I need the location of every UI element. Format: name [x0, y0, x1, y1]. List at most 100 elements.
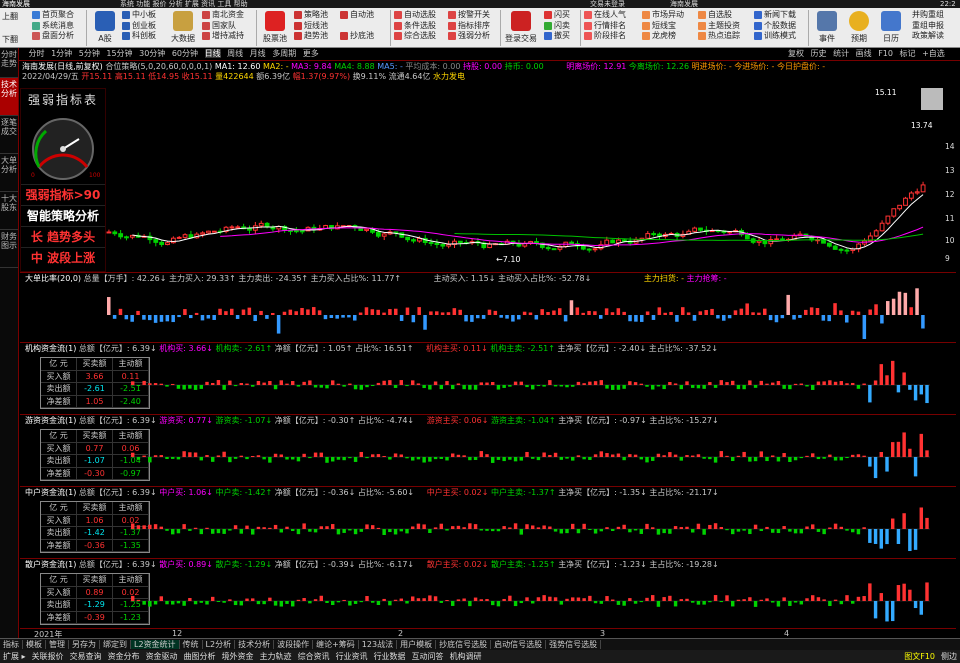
holding-change-button[interactable]: 增持减持	[202, 31, 244, 42]
auto-pool-button[interactable]: 自动池	[340, 10, 374, 21]
market-analysis-button[interactable]: 盘面分析	[32, 31, 74, 42]
status-industry-news[interactable]: 行业资讯	[333, 652, 371, 661]
tab-f10[interactable]: F10	[878, 49, 893, 58]
tab-add-watch[interactable]: +自选	[922, 49, 945, 58]
theme-invest-button[interactable]: 主题投资	[698, 21, 740, 32]
tab-intraday[interactable]: 分时	[29, 49, 45, 58]
tab-user-template[interactable]: 用户模板	[397, 640, 437, 649]
policy-button[interactable]: 政策解读	[912, 31, 944, 42]
tab-15min[interactable]: 15分钟	[106, 49, 132, 58]
side-tab-technical[interactable]: 技术分析	[0, 78, 18, 116]
tab-history[interactable]: 历史	[811, 49, 827, 58]
hot-track-button[interactable]: 热点追踪	[698, 31, 740, 42]
tab-template[interactable]: 模板	[23, 640, 46, 649]
tab-l2-analysis[interactable]: L2分析	[202, 640, 236, 649]
merger-button[interactable]: 并购重组	[912, 10, 944, 21]
event-button[interactable]: 事件	[812, 11, 842, 45]
tab-manage[interactable]: 管理	[46, 640, 69, 649]
strength-row-1[interactable]: 强弱指标>90	[21, 184, 105, 205]
status-main-track[interactable]: 主力轨迹	[257, 652, 295, 661]
forecast-button[interactable]: 预期	[844, 11, 874, 45]
tab-indicator[interactable]: 指标	[0, 640, 23, 649]
tab-stats[interactable]: 统计	[833, 49, 849, 58]
tab-draw[interactable]: 画线	[856, 49, 872, 58]
a-share-button[interactable]: A股	[90, 11, 120, 45]
system-msg-button[interactable]: 系统消息	[32, 21, 74, 32]
tab-chanlun[interactable]: 缠论+筹码	[313, 640, 359, 649]
side-tab-ticks[interactable]: 逐笔成交	[0, 116, 18, 154]
indicator-sort-button[interactable]: 指标排序	[448, 21, 490, 32]
tab-bottom-signal[interactable]: 抄底信号选股	[436, 640, 492, 649]
status-research[interactable]: 机构调研	[447, 652, 485, 661]
cancel-buy-button[interactable]: 撤买	[544, 31, 570, 42]
status-fund-drive[interactable]: 资金驱动	[143, 652, 181, 661]
chinext-button[interactable]: 创业板	[122, 21, 156, 32]
restructure-button[interactable]: 重组申报	[912, 21, 944, 32]
tab-tech-analysis[interactable]: 技术分析	[235, 640, 275, 649]
status-f10[interactable]: 图文F10	[901, 650, 938, 663]
tab-30min[interactable]: 30分钟	[139, 49, 165, 58]
alert-switch-button[interactable]: 按警开关	[448, 10, 490, 21]
watchlist-button[interactable]: 自选股	[698, 10, 740, 21]
status-related[interactable]: 关联报价	[29, 652, 67, 661]
tab-multi-period[interactable]: 多周期	[272, 49, 296, 58]
tab-strong-signal[interactable]: 强势信号选股	[546, 640, 602, 649]
star-market-button[interactable]: 科创板	[122, 31, 156, 42]
strength-row-3[interactable]: 长 趋势多头	[21, 226, 105, 247]
condition-select-button[interactable]: 条件选股	[394, 21, 436, 32]
status-expand[interactable]: 扩展 ▸	[0, 652, 29, 661]
stock-pool-button[interactable]: 股票池	[260, 11, 290, 45]
status-qa[interactable]: 互动问答	[409, 652, 447, 661]
tab-start-signal[interactable]: 启动信号选股	[491, 640, 547, 649]
short-pool-button[interactable]: 短线池	[294, 21, 328, 32]
strategy-pool-button[interactable]: 策略池	[294, 10, 328, 21]
candlestick-chart[interactable]: ←7.10	[106, 84, 926, 272]
dragon-tiger-button[interactable]: 龙虎榜	[642, 31, 684, 42]
page-down-button[interactable]: 下翻	[2, 35, 18, 46]
status-industry-data[interactable]: 行业数据	[371, 652, 409, 661]
tab-mark[interactable]: 标记	[900, 49, 916, 58]
page-up-button[interactable]: 上翻	[2, 12, 18, 23]
stage-rank-button[interactable]: 阶段排名	[584, 31, 626, 42]
tab-60min[interactable]: 60分钟	[172, 49, 198, 58]
status-news[interactable]: 综合资讯	[295, 652, 333, 661]
tab-l2-fund[interactable]: L2资金统计	[131, 640, 180, 649]
national-team-button[interactable]: 国家队	[202, 21, 244, 32]
side-tab-shareholders[interactable]: 十大股东	[0, 192, 18, 230]
tab-weekly[interactable]: 周线	[227, 49, 243, 58]
status-side[interactable]: 侧边	[938, 650, 960, 663]
home-button[interactable]: 首页聚合	[32, 10, 74, 21]
tab-123[interactable]: 123战法	[358, 640, 398, 649]
status-fund-dist[interactable]: 资金分布	[105, 652, 143, 661]
tab-1min[interactable]: 1分钟	[51, 49, 72, 58]
status-curve[interactable]: 曲图分析	[181, 652, 219, 661]
side-tab-finance[interactable]: 财务图示	[0, 230, 18, 268]
strength-analysis-button[interactable]: 强弱分析	[448, 31, 490, 42]
login-trade-button[interactable]: 登录交易	[504, 11, 538, 45]
short-treasure-button[interactable]: 短线宝	[642, 21, 684, 32]
tab-bind[interactable]: 绑定到	[100, 640, 131, 649]
tab-more[interactable]: 更多	[303, 49, 319, 58]
strength-row-2[interactable]: 智能策略分析	[21, 205, 105, 226]
flash-sell-button[interactable]: 闪卖	[544, 21, 570, 32]
strength-row-4[interactable]: 中 波段上涨	[21, 247, 105, 268]
combo-select-button[interactable]: 综合选股	[394, 31, 436, 42]
tab-save-as[interactable]: 另存为	[69, 640, 100, 649]
trend-pool-button[interactable]: 趋势池	[294, 31, 328, 42]
market-anomaly-button[interactable]: 市场异动	[642, 10, 684, 21]
tab-monthly[interactable]: 月线	[250, 49, 266, 58]
side-tab-big-order[interactable]: 大单分析	[0, 154, 18, 192]
calendar-button[interactable]: 日历	[876, 11, 906, 45]
tab-5min[interactable]: 5分钟	[79, 49, 100, 58]
tab-swing[interactable]: 波段操作	[274, 640, 314, 649]
popularity-button[interactable]: 在线人气	[584, 10, 626, 21]
tab-daily[interactable]: 日线	[204, 49, 221, 58]
tab-adjust[interactable]: 复权	[788, 49, 804, 58]
side-tab-intraday[interactable]: 分时走势	[0, 48, 18, 78]
big-data-button[interactable]: 大数据	[168, 11, 198, 45]
north-south-button[interactable]: 南北资金	[202, 10, 244, 21]
training-mode-button[interactable]: 训练模式	[754, 31, 796, 42]
flash-buy-button[interactable]: 闪买	[544, 10, 570, 21]
stock-data-button[interactable]: 个股数据	[754, 21, 796, 32]
menu-bar[interactable]: 系统 功能 报价 分析 扩展 资讯 工具 帮助	[120, 0, 248, 8]
